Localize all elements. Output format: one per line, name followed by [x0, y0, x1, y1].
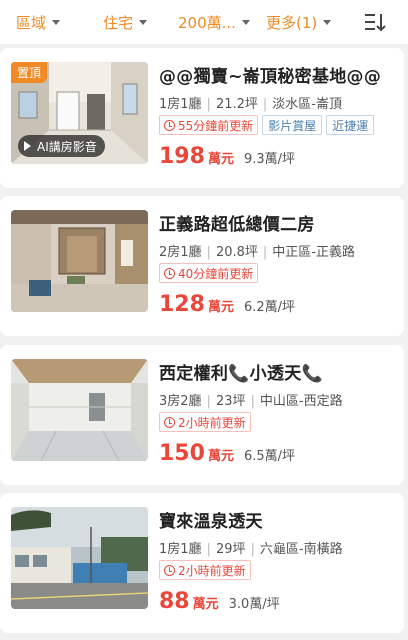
- unit-price: 6.5萬/坪: [243, 449, 296, 464]
- listing-tags: 2小時前更新: [159, 560, 251, 580]
- unit-price: 6.2萬/坪: [243, 300, 296, 315]
- sort-icon: [365, 14, 386, 32]
- listing-card[interactable]: 正義路超低總價二房 2房1廳 | 20.8坪 | 中正區-正義路 40分鐘前更新 128…: [0, 196, 404, 336]
- update-time-tag: 2小時前更新: [159, 412, 251, 432]
- ai-video-label: AI講房影音: [37, 139, 97, 154]
- pinned-badge: 置頂: [11, 62, 48, 83]
- listing-price-row: 88 萬元 3.0萬/坪: [159, 589, 280, 614]
- feature-tag-mrt: 近捷運: [326, 115, 375, 135]
- listing-title: 正義路超低總價二房: [159, 215, 315, 235]
- listing-location: 淡水區-崙頂: [272, 97, 342, 112]
- listing-tags: 2小時前更新: [159, 412, 251, 432]
- listing-location: 中正區-正義路: [272, 245, 355, 260]
- listing-price: 128: [159, 292, 205, 317]
- update-time-tag: 2小時前更新: [159, 560, 251, 580]
- listing-location: 六龜區-南橫路: [259, 542, 343, 557]
- listing-meta: 1房1廳 | 29坪 | 六龜區-南橫路: [159, 542, 343, 557]
- unit-price: 3.0萬/坪: [228, 597, 280, 612]
- filter-more[interactable]: 更多(1): [266, 0, 332, 44]
- listing-photo: [11, 359, 148, 461]
- chevron-down-icon: [52, 19, 61, 25]
- filter-price-label: 200萬...: [178, 13, 236, 32]
- price-unit: 萬元: [207, 152, 234, 167]
- listing-layout: 2房1廳: [159, 245, 202, 260]
- listing-photo: 置頂 AI講房影音: [11, 62, 148, 164]
- clock-icon: [164, 564, 175, 576]
- listing-layout: 1房1廳: [159, 97, 202, 112]
- listing-title: 西定權利📞小透天📞: [159, 364, 324, 384]
- price-unit: 萬元: [207, 300, 234, 315]
- listing-price: 198: [159, 144, 205, 169]
- listing-title: @@獨賣~崙頂秘密基地@@: [159, 67, 382, 87]
- chevron-down-icon: [241, 19, 250, 25]
- listing-meta: 3房2廳 | 23坪 | 中山區-西定路: [159, 394, 343, 409]
- chevron-down-icon: [139, 19, 148, 25]
- listing-card[interactable]: 寶來溫泉透天 1房1廳 | 29坪 | 六龜區-南橫路 2小時前更新 88 萬元 3.0萬/…: [0, 493, 404, 633]
- listing-tags: 55分鐘前更新 影片賞屋 近捷運: [159, 115, 375, 135]
- feature-tag-video: 影片賞屋: [262, 115, 323, 135]
- listing-size: 29坪: [215, 542, 246, 557]
- filter-area[interactable]: 區域: [16, 0, 61, 44]
- ai-video-button[interactable]: AI講房影音: [18, 135, 105, 157]
- filter-type[interactable]: 住宅: [103, 0, 148, 44]
- update-time-label: 2小時前更新: [178, 563, 246, 578]
- listing-photo: [11, 507, 148, 609]
- listing-price: 150: [159, 441, 205, 466]
- listing-price-row: 128 萬元 6.2萬/坪: [159, 292, 295, 317]
- listing-layout: 3房2廳: [159, 394, 202, 409]
- listing-title: 寶來溫泉透天: [159, 512, 263, 532]
- update-time-label: 55分鐘前更新: [178, 118, 254, 133]
- listing-location: 中山區-西定路: [259, 394, 343, 409]
- listing-price-row: 150 萬元 6.5萬/坪: [159, 441, 295, 466]
- sort-button[interactable]: [364, 12, 386, 32]
- filter-area-label: 區域: [16, 13, 47, 32]
- chevron-down-icon: [323, 19, 332, 25]
- listing-price-row: 198 萬元 9.3萬/坪: [159, 144, 295, 169]
- unit-price: 9.3萬/坪: [243, 152, 296, 167]
- update-time-tag: 55分鐘前更新: [159, 115, 259, 135]
- listing-card[interactable]: 西定權利📞小透天📞 3房2廳 | 23坪 | 中山區-西定路 2小時前更新 150 萬元 6…: [0, 345, 404, 485]
- listing-size: 23坪: [215, 394, 246, 409]
- filter-price[interactable]: 200萬...: [178, 0, 250, 44]
- filter-more-label: 更多(1): [266, 13, 318, 32]
- listing-tags: 40分鐘前更新: [159, 263, 259, 283]
- clock-icon: [164, 416, 175, 428]
- update-time-label: 2小時前更新: [178, 415, 246, 430]
- price-unit: 萬元: [192, 597, 219, 612]
- listing-size: 20.8坪: [215, 245, 258, 260]
- price-unit: 萬元: [207, 449, 234, 464]
- filter-type-label: 住宅: [103, 13, 134, 32]
- listing-layout: 1房1廳: [159, 542, 202, 557]
- listing-price: 88: [159, 589, 190, 614]
- filter-bar: 區域 住宅 200萬... 更多(1): [0, 0, 408, 44]
- listing-meta: 1房1廳 | 21.2坪 | 淡水區-崙頂: [159, 97, 342, 112]
- update-time-label: 40分鐘前更新: [178, 266, 254, 281]
- listing-meta: 2房1廳 | 20.8坪 | 中正區-正義路: [159, 245, 355, 260]
- listing-card[interactable]: 置頂 AI講房影音 @@獨賣~崙頂秘密基地@@ 1房1廳 | 21.2坪 | 淡水區-崙…: [0, 48, 404, 188]
- clock-icon: [164, 267, 175, 279]
- listing-photo: [11, 210, 148, 312]
- play-icon: [24, 141, 31, 151]
- clock-icon: [164, 119, 175, 131]
- listing-size: 21.2坪: [215, 97, 258, 112]
- update-time-tag: 40分鐘前更新: [159, 263, 259, 283]
